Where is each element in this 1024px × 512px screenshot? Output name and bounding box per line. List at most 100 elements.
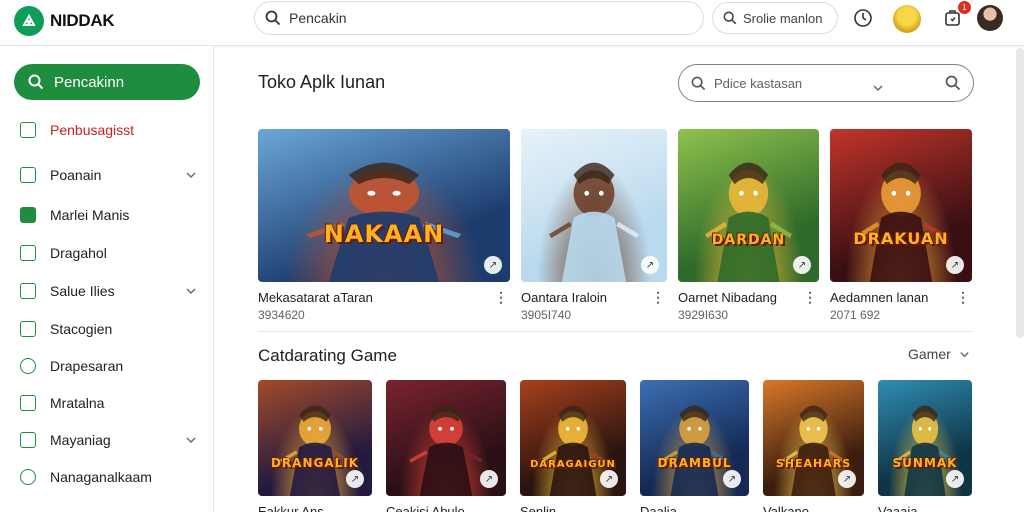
install-badge-icon[interactable]: ↗ [480,470,498,488]
app-meta: 3905Ι740 [521,308,572,322]
sidebar-item[interactable]: Mayaniag [20,428,198,452]
install-badge-icon[interactable]: ↗ [723,470,741,488]
sidebar-item[interactable]: Dragahol [20,241,198,265]
see-more-games-button[interactable]: Gamer [908,346,970,362]
game-logo-text: SUNMAK [892,456,958,471]
search-icon [28,74,44,90]
top-search-input[interactable]: Pencakin [254,1,704,35]
app-name[interactable]: Mekasatarat aTaran [258,290,373,305]
profile-avatar-secondary[interactable] [893,5,921,33]
page-scrollbar[interactable] [1016,48,1024,338]
app-name[interactable]: Vaaaja [878,504,918,512]
install-badge-icon[interactable]: ↗ [346,470,364,488]
app-name[interactable]: Valkano [763,504,809,512]
logo-text: NIDDAK [50,11,115,30]
game-logo-text: DRAMBUL [657,456,732,471]
sidebar-item[interactable]: Salue Ilies [20,279,198,303]
app-name[interactable]: Daalia [640,504,677,512]
app-name[interactable]: Aedamnen lanan [830,290,928,305]
game-logo-text: DRANGALIK [270,456,360,471]
app-meta: 2071 692 [830,308,881,322]
game-logo-text: SHEAHARS [775,457,852,471]
section-title-games: Catdarating Game [258,346,397,365]
sidebar-item[interactable]: Marlei Manis [20,203,198,227]
book-icon [20,432,36,448]
apps-icon [20,245,36,261]
install-badge-icon[interactable]: ↗ [484,256,502,274]
sidebar-item-label: Nanaganalkaam [50,469,152,485]
sidebar-item-label: Dragahol [50,245,107,261]
app-thumbnail[interactable]: DARAGAIGUN ↗ [520,380,626,496]
top-bar: NIDDAK Pencakin Srolie manlon 1 [0,0,1024,46]
game-logo-text: DARAGAIGUN [530,459,616,471]
install-badge-icon[interactable]: ↗ [641,256,659,274]
sidebar-item-label: Penbusagisst [50,122,135,138]
game-logo-text: NAKAAN [323,220,445,249]
section-title-store: Toko Aplk Iunan [258,72,386,92]
top-search-value: Pencakin [289,10,347,26]
install-badge-icon[interactable]: ↗ [793,256,811,274]
app-thumbnail[interactable]: SUNMAK ↗ [878,380,972,496]
sidebar-item-label: Stacogien [50,321,113,337]
home-icon [20,122,36,138]
sidebar-item-label: Poanain [50,167,102,183]
app-logo[interactable]: NIDDAK [14,6,115,36]
sidebar-item-label: Mratalna [50,395,105,411]
install-badge-icon[interactable]: ↗ [946,470,964,488]
sidebar-item-label: Salue Ilies [50,283,115,299]
store-search-placeholder: Pdice kastasan [714,75,803,91]
app-thumbnail[interactable]: DRAMBUL ↗ [640,380,749,496]
sidebar-item[interactable]: Nanaganalkaam [20,465,198,489]
chevron-down-icon[interactable] [184,168,198,182]
history-icon[interactable] [850,5,876,31]
search-icon [691,76,706,90]
app-thumbnail[interactable]: SHEAHARS ↗ [763,380,864,496]
chevron-down-icon[interactable] [184,284,198,298]
app-name[interactable]: Senlin [520,504,556,512]
install-badge-icon[interactable]: ↗ [838,470,856,488]
more-options-icon[interactable]: ⋮ [651,289,665,306]
sidebar-search-label: Pencakinn [54,73,125,91]
more-options-icon[interactable]: ⋮ [803,289,817,306]
search-icon [723,11,737,25]
app-name[interactable]: Eakkur Ans [258,504,324,512]
store-search-input[interactable]: Pdice kastasan [678,64,974,102]
notification-icon[interactable]: 1 [940,1,971,31]
more-options-icon[interactable]: ⋮ [956,289,970,306]
app-meta: 3929Ι630 [678,308,729,322]
app-thumbnail[interactable]: DRANGALIK ↗ [258,380,372,496]
app-name[interactable]: Ceakisi Abulo [386,504,465,512]
sidebar-item[interactable]: Stacogien [20,317,198,341]
sidebar-item-label: Mayaniag [50,432,111,448]
sidebar-item[interactable]: Drapesaran [20,354,198,378]
app-thumbnail[interactable]: NAKAAN ↗ [258,129,510,282]
logo-icon [14,6,44,36]
app-name[interactable]: Oantara Iraloin [521,290,607,305]
sidebar: Pencakinn Penbusagisst Poanain Marlei Mani… [0,46,214,512]
search-submit-icon[interactable] [945,75,961,91]
sidebar-item[interactable]: Penbusagisst [20,118,198,142]
chevron-down-icon [960,351,969,357]
install-badge-icon[interactable]: ↗ [600,470,618,488]
sidebar-search-button[interactable]: Pencakinn [14,64,200,100]
chevron-down-icon[interactable] [184,433,198,447]
circle-icon [20,469,36,485]
see-more-label: Gamer [908,346,951,362]
main-content: Toko Aplk Iunan Pdice kastasan NAKAAN ↗ Me… [226,46,1024,512]
app-thumbnail[interactable]: ↗ [521,129,667,282]
app-meta: 3934620 [258,308,305,322]
library-icon [20,167,36,183]
app-name[interactable]: Oarnet Nibadang [678,290,777,305]
games-icon [20,207,36,223]
user-avatar[interactable] [977,5,1003,31]
app-thumbnail[interactable]: ↗ [386,380,506,496]
sidebar-item[interactable]: Poanain [20,163,198,187]
game-logo-text: DARDAN [711,232,786,249]
more-options-icon[interactable]: ⋮ [494,289,508,306]
secondary-search-button[interactable]: Srolie manlon [712,2,838,34]
sidebar-item[interactable]: Mratalna [20,391,198,415]
app-thumbnail[interactable]: DRAKUAN ↗ [830,129,972,282]
install-badge-icon[interactable]: ↗ [946,256,964,274]
app-thumbnail[interactable]: DARDAN ↗ [678,129,819,282]
chart-icon [20,321,36,337]
